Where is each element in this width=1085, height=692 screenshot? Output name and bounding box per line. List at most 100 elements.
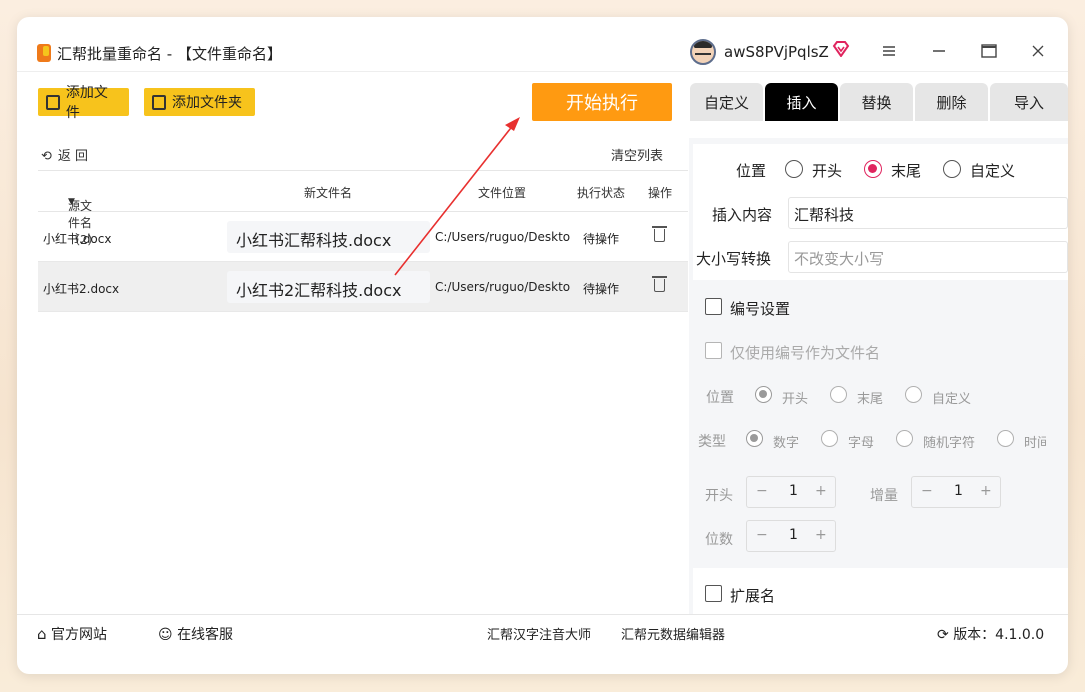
minimize-icon[interactable] xyxy=(927,39,951,63)
insert-content-label: 插入内容 xyxy=(712,206,773,224)
username[interactable]: awS8PVjPqlsZ xyxy=(724,43,829,61)
increment-value: 1 xyxy=(954,483,963,499)
row-location: C:/Users/ruguo/Deskto xyxy=(435,230,571,244)
window-title: 汇帮批量重命名 - 【文件重命名】 xyxy=(57,45,282,63)
case-label: 大小写转换 xyxy=(696,250,772,268)
radio-custom[interactable] xyxy=(943,160,961,178)
minus-icon[interactable]: − xyxy=(921,483,933,499)
start-stepper[interactable]: − 1 + xyxy=(746,476,836,508)
refresh-icon: ⟳ xyxy=(937,627,949,643)
radio-end-label: 末尾 xyxy=(891,162,922,180)
version-label: 版本：4.1.0.0 xyxy=(953,627,1045,643)
plus-icon[interactable]: + xyxy=(815,483,827,499)
num-radio-custom[interactable] xyxy=(905,386,922,403)
add-file-label: 添加文件 xyxy=(65,85,108,121)
num-radio-start[interactable] xyxy=(755,386,772,403)
start-button[interactable]: 开始执行 xyxy=(532,83,672,121)
digits-value: 1 xyxy=(789,527,798,543)
num-radio-custom-label: 自定义 xyxy=(932,392,972,407)
tab-delete[interactable]: 删除 xyxy=(915,83,988,121)
plus-icon[interactable]: + xyxy=(980,483,992,499)
clear-list-button[interactable]: 清空列表 xyxy=(611,145,663,164)
menu-icon[interactable] xyxy=(877,39,901,63)
num-type-label: 类型 xyxy=(698,434,726,450)
add-file-button[interactable]: 添加文件 xyxy=(38,85,129,121)
folder-add-icon xyxy=(152,94,166,110)
add-folder-button[interactable]: 添加文件夹 xyxy=(144,88,255,116)
extension-label: 扩展名 xyxy=(730,587,776,605)
insert-content-input[interactable]: 汇帮科技 xyxy=(788,197,1068,229)
app-window: 汇帮批量重命名 - 【文件重命名】 awS8PVjPqlsZ 添加文件 添加文件… xyxy=(17,17,1068,674)
type-radio-letter[interactable] xyxy=(821,430,838,447)
minus-icon[interactable]: − xyxy=(756,527,768,543)
plus-icon[interactable]: + xyxy=(815,527,827,543)
avatar[interactable] xyxy=(690,39,716,65)
num-radio-start-label: 开头 xyxy=(782,392,809,407)
footer-link-metadata[interactable]: 汇帮元数据编辑器 xyxy=(621,624,725,643)
header-new: 新文件名 xyxy=(304,186,353,200)
version-info[interactable]: ⟳ 版本：4.1.0.0 xyxy=(937,624,1044,644)
num-radio-end-label: 末尾 xyxy=(857,392,884,407)
type-radio-number[interactable] xyxy=(746,430,763,447)
file-list-icon xyxy=(46,94,60,110)
service-label: 在线客服 xyxy=(177,627,234,643)
increment-label: 增量 xyxy=(870,488,898,504)
type-radio-letter-label: 字母 xyxy=(848,436,875,451)
numbering-label: 编号设置 xyxy=(730,300,791,318)
tab-replace[interactable]: 替换 xyxy=(840,83,913,121)
service-link[interactable]: ☺ 在线客服 xyxy=(158,624,233,644)
back-icon: ⟲ xyxy=(41,149,52,164)
case-select[interactable]: 不改变大小写 xyxy=(788,241,1068,273)
type-radio-time[interactable] xyxy=(997,430,1014,447)
tab-import[interactable]: 导入 xyxy=(990,83,1068,121)
row-status: 待操作 xyxy=(583,232,620,246)
close-icon[interactable] xyxy=(1026,39,1050,63)
num-position-label: 位置 xyxy=(706,390,734,406)
maximize-icon[interactable] xyxy=(977,39,1001,63)
header-action: 操作 xyxy=(648,186,673,200)
table-row[interactable]: 小红书.docx 小红书汇帮科技.docx C:/Users/ruguo/Des… xyxy=(38,212,688,262)
footer-divider xyxy=(17,614,1068,615)
start-value: 1 xyxy=(789,483,798,499)
numbering-checkbox[interactable] xyxy=(705,298,722,315)
tab-insert[interactable]: 插入 xyxy=(765,83,838,121)
extension-checkbox[interactable] xyxy=(705,585,722,602)
headset-icon: ☺ xyxy=(158,627,173,643)
only-number-label: 仅使用编号作为文件名 xyxy=(730,344,881,362)
type-radio-random-label: 随机字符 xyxy=(923,436,976,451)
num-radio-end[interactable] xyxy=(830,386,847,403)
radio-start-label: 开头 xyxy=(812,162,843,180)
row-status: 待操作 xyxy=(583,282,620,296)
position-label: 位置 xyxy=(736,162,767,180)
app-logo-icon xyxy=(37,44,51,62)
row-new-name[interactable]: 小红书2汇帮科技.docx xyxy=(227,271,430,303)
increment-stepper[interactable]: − 1 + xyxy=(911,476,1001,508)
minus-icon[interactable]: − xyxy=(756,483,768,499)
title-bar: 汇帮批量重命名 - 【文件重命名】 awS8PVjPqlsZ xyxy=(17,17,1068,72)
only-number-checkbox[interactable] xyxy=(705,342,722,359)
type-radio-random[interactable] xyxy=(896,430,913,447)
row-source-name: 小红书.docx xyxy=(43,232,112,246)
back-button[interactable]: ⟲ 返 回 xyxy=(41,145,88,164)
back-label: 返 回 xyxy=(57,149,89,164)
header-location: 文件位置 xyxy=(478,186,527,200)
row-new-name[interactable]: 小红书汇帮科技.docx xyxy=(227,221,430,253)
website-link[interactable]: ⌂ 官方网站 xyxy=(37,624,107,644)
vip-diamond-icon xyxy=(832,41,850,57)
row-location: C:/Users/ruguo/Deskto xyxy=(435,280,571,294)
header-status: 执行状态 xyxy=(577,186,626,200)
tab-custom[interactable]: 自定义 xyxy=(690,83,763,121)
radio-custom-label: 自定义 xyxy=(970,162,1016,180)
digits-stepper[interactable]: − 1 + xyxy=(746,520,836,552)
trash-icon[interactable] xyxy=(652,276,667,292)
add-folder-label: 添加文件夹 xyxy=(172,95,242,111)
table-header: ▼ 源文件名（2） 新文件名 文件位置 执行状态 操作 xyxy=(38,170,688,247)
radio-start[interactable] xyxy=(785,160,803,178)
radio-end[interactable] xyxy=(864,160,882,178)
row-source-name: 小红书2.docx xyxy=(43,282,120,296)
table-row[interactable]: 小红书2.docx 小红书2汇帮科技.docx C:/Users/ruguo/D… xyxy=(38,262,688,312)
trash-icon[interactable] xyxy=(652,226,667,242)
digits-label: 位数 xyxy=(705,532,733,548)
footer-link-pinyin[interactable]: 汇帮汉字注音大师 xyxy=(487,624,591,643)
start-label: 开头 xyxy=(705,488,733,504)
